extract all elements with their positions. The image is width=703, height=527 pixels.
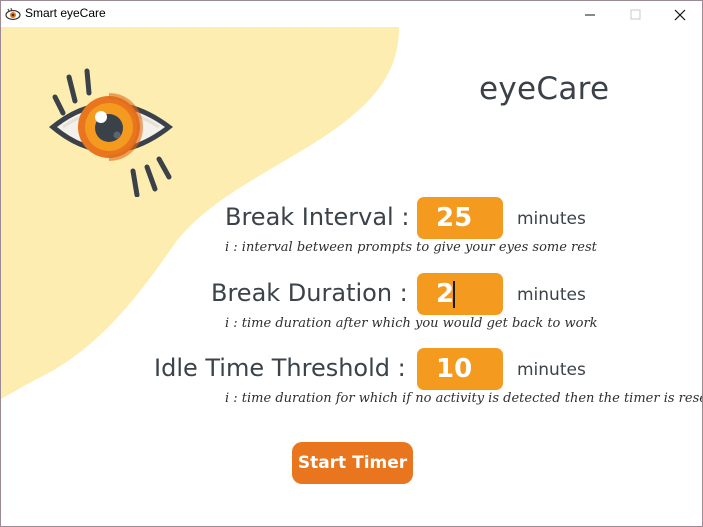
eye-icon <box>49 68 173 197</box>
title-bar[interactable]: Smart eyeCare <box>1 1 702 27</box>
break-duration-hint: i : time duration after which you would … <box>225 316 598 331</box>
break-interval-hint: i : interval between prompts to give you… <box>225 240 597 255</box>
close-button[interactable] <box>657 1 702 27</box>
maximize-button[interactable] <box>613 1 659 27</box>
break-duration-input[interactable]: 2 <box>417 273 503 315</box>
break-duration-unit: minutes <box>517 285 586 305</box>
break-interval-input[interactable]: 25 <box>417 197 503 239</box>
break-interval-unit: minutes <box>517 209 586 229</box>
break-duration-label: Break Duration : <box>211 279 408 307</box>
maximize-icon <box>630 9 641 20</box>
app-window: Smart eyeCare eyeCare Break Interval: 2… <box>0 0 703 527</box>
minimize-icon <box>585 14 595 16</box>
text-caret <box>453 281 455 308</box>
break-interval-label: Break Interval : <box>225 203 410 231</box>
idle-threshold-label: Idle Time Threshold : <box>154 354 406 382</box>
app-eye-icon <box>5 6 21 22</box>
idle-threshold-unit: minutes <box>517 360 586 380</box>
idle-threshold-input[interactable]: 10 <box>417 348 503 390</box>
start-timer-button[interactable]: Start Timer <box>292 442 413 484</box>
main-content: eyeCare Break Interval : 25 minutes i : … <box>1 27 703 526</box>
idle-threshold-hint: i : time duration for which if no activi… <box>225 391 703 406</box>
app-title: eyeCare <box>479 71 610 107</box>
break-duration-value: 2 <box>436 279 455 309</box>
window-title: Smart eyeCare <box>25 6 106 20</box>
minimize-button[interactable] <box>567 1 613 27</box>
close-icon <box>674 9 686 21</box>
